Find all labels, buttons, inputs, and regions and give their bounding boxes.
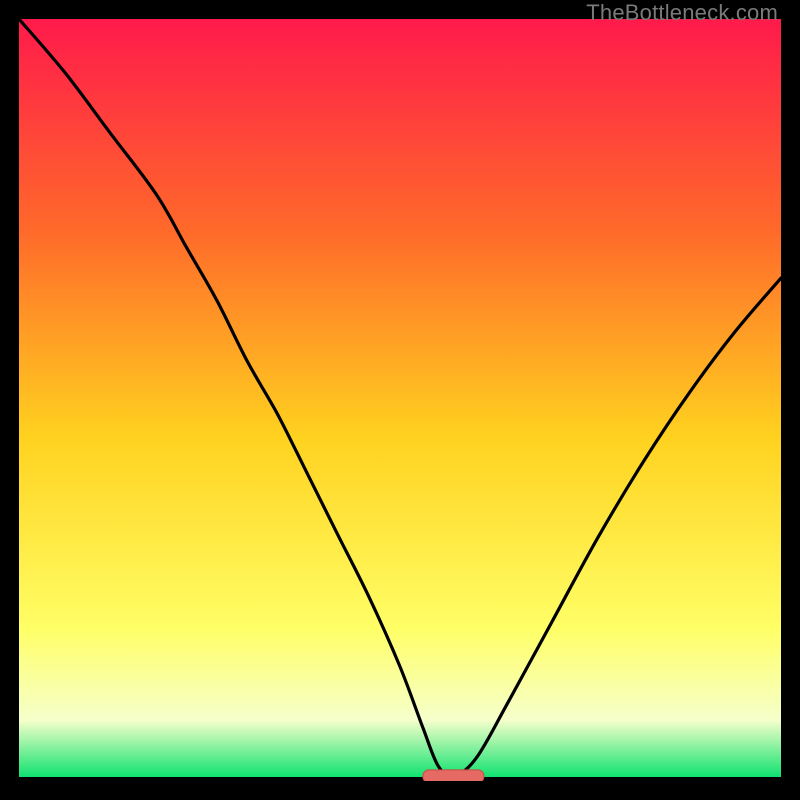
watermark-text: TheBottleneck.com — [586, 0, 778, 26]
x-axis — [19, 777, 781, 781]
bottleneck-chart — [19, 19, 781, 781]
optimum-marker — [423, 770, 484, 781]
chart-frame — [19, 19, 781, 781]
